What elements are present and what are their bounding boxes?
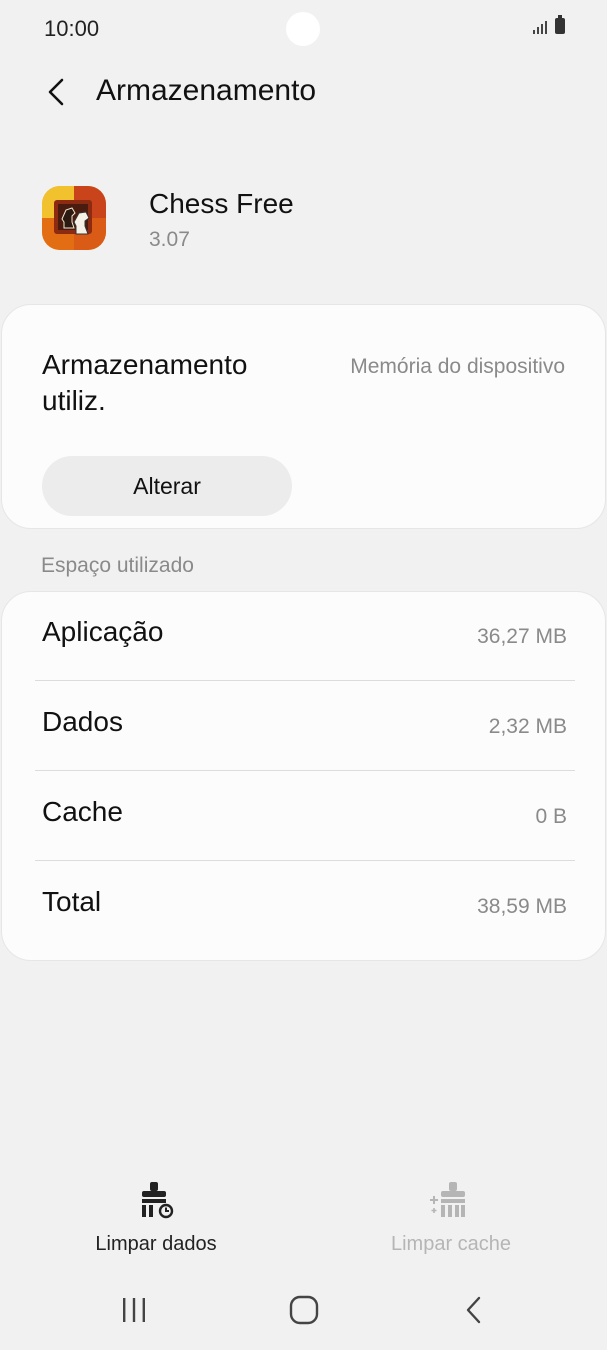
chess-free-app-icon — [42, 186, 106, 250]
usage-row-value: 38,59 MB — [477, 895, 567, 918]
clear-cache-icon — [430, 1182, 465, 1217]
page-title: Armazenamento — [96, 74, 317, 107]
usage-row-value: 36,27 MB — [477, 625, 567, 648]
usage-row-total: Total 38,59 MB — [2, 862, 607, 952]
back-icon — [466, 1296, 481, 1324]
divider — [35, 860, 575, 861]
clear-data-button[interactable]: Limpar dados — [56, 1180, 256, 1256]
status-icons — [533, 15, 565, 34]
signal-icon — [533, 18, 547, 34]
section-header-space-used: Espaço utilizado — [41, 554, 194, 577]
back-button[interactable] — [38, 74, 74, 110]
storage-location-value: Memória do dispositivo — [350, 355, 565, 378]
battery-icon — [555, 15, 565, 34]
usage-row-value: 2,32 MB — [488, 715, 567, 738]
screen: 10:00 Armazenamento Chess Free 3.07 Arma… — [0, 0, 607, 1350]
usage-row-cache: Cache 0 B — [2, 772, 607, 862]
clear-cache-label: Limpar cache — [390, 1233, 512, 1255]
usage-row-data: Dados 2,32 MB — [2, 682, 607, 772]
usage-card: Aplicação 36,27 MB Dados 2,32 MB Cache 0… — [1, 591, 606, 961]
home-icon — [289, 1295, 319, 1325]
divider — [35, 770, 575, 771]
usage-row-application: Aplicação 36,27 MB — [2, 592, 607, 682]
storage-location-card: Armazenamento utiliz. Memória do disposi… — [1, 304, 606, 529]
front-camera — [286, 12, 320, 46]
usage-row-label: Cache — [42, 796, 123, 827]
divider — [35, 680, 575, 681]
clear-cache-button[interactable]: Limpar cache — [351, 1180, 551, 1256]
status-time: 10:00 — [44, 16, 100, 41]
nav-back-button[interactable] — [454, 1292, 494, 1328]
usage-row-value: 0 B — [535, 805, 567, 828]
usage-row-label: Aplicação — [42, 616, 164, 647]
change-storage-button[interactable]: Alterar — [42, 456, 292, 516]
recent-apps-button[interactable] — [114, 1292, 154, 1328]
back-arrow-icon — [48, 78, 64, 106]
storage-used-label: Armazenamento utiliz. — [42, 349, 248, 416]
recent-apps-icon — [123, 1298, 145, 1322]
clear-data-icon — [142, 1182, 174, 1219]
home-button[interactable] — [284, 1292, 324, 1328]
usage-row-label: Dados — [42, 706, 123, 737]
app-name: Chess Free — [149, 188, 294, 219]
usage-row-label: Total — [42, 886, 102, 917]
app-version: 3.07 — [149, 228, 190, 251]
clear-data-label: Limpar dados — [95, 1233, 217, 1255]
